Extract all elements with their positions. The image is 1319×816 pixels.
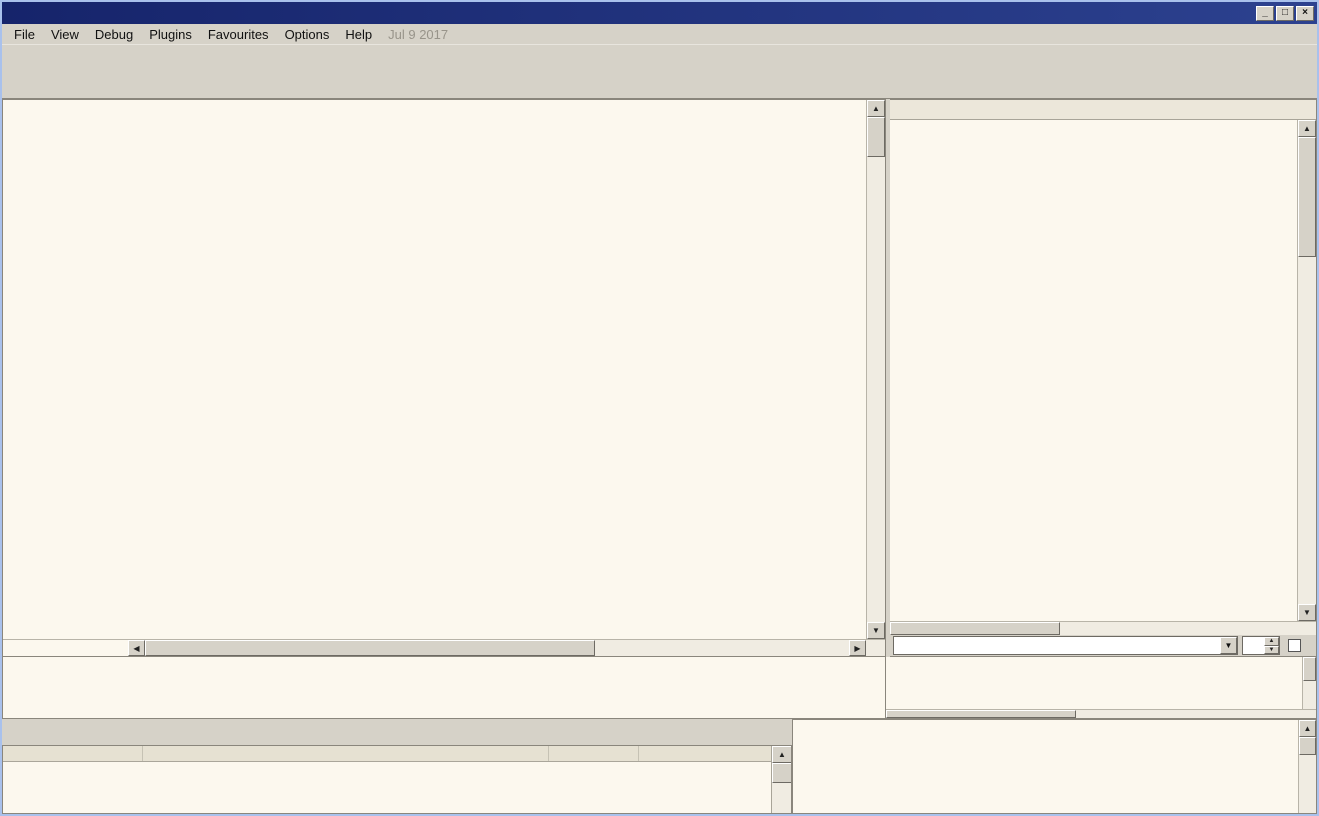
instruction-info-box: [2, 657, 886, 719]
menu-help[interactable]: Help: [337, 25, 380, 44]
arguments-horizontal-scrollbar[interactable]: [886, 709, 1316, 718]
scroll-up-button[interactable]: [867, 100, 885, 117]
argument-list[interactable]: [886, 657, 1302, 709]
scroll-down-button[interactable]: [1298, 604, 1316, 621]
toolbar: [2, 45, 1317, 71]
scroll-up-button[interactable]: [1298, 120, 1316, 137]
bottom-panels: [2, 719, 1317, 814]
dropdown-arrow-icon[interactable]: [1220, 637, 1237, 654]
dump-header-unicode: [549, 746, 639, 761]
register-list[interactable]: [890, 120, 1297, 621]
scroll-thumb[interactable]: [1303, 657, 1316, 681]
stack-pane: [792, 719, 1317, 814]
scroll-thumb[interactable]: [145, 640, 595, 656]
menu-options[interactable]: Options: [277, 25, 338, 44]
info-row: [2, 657, 1317, 719]
spinner-value: [1243, 637, 1264, 654]
disasm-vertical-scrollbar[interactable]: [866, 100, 885, 639]
dump-header: [3, 746, 771, 762]
view-tab-bar: [2, 71, 1317, 99]
dump-vertical-scrollbar[interactable]: [771, 746, 792, 813]
arguments-pane: [886, 657, 1317, 719]
scroll-thumb[interactable]: [1299, 737, 1316, 755]
unlocked-checkbox[interactable]: [1288, 639, 1301, 652]
scroll-thumb[interactable]: [886, 710, 1076, 718]
registers-horizontal-scrollbar[interactable]: [890, 621, 1316, 635]
x64dbg-window: _□× FileViewDebugPluginsFavouritesOption…: [0, 0, 1319, 816]
calling-convention-row: [890, 635, 1316, 656]
disassembly-rows[interactable]: [3, 100, 866, 639]
hide-fpu-button[interactable]: [890, 100, 1316, 120]
cpu-view: [2, 99, 1317, 657]
spinner-down-button[interactable]: [1264, 646, 1279, 655]
scroll-up-button[interactable]: [1299, 720, 1316, 737]
menu-debug[interactable]: Debug: [87, 25, 141, 44]
scroll-thumb[interactable]: [867, 117, 885, 157]
disassembly-pane: [2, 99, 886, 657]
registers-vertical-scrollbar[interactable]: [1297, 120, 1316, 621]
registers-pane: [890, 99, 1317, 657]
scroll-left-button[interactable]: [128, 640, 145, 656]
close-button[interactable]: ×: [1296, 6, 1314, 21]
menu-bar: FileViewDebugPluginsFavouritesOptionsHel…: [2, 24, 1317, 45]
dump-tab-bar: [2, 719, 792, 745]
scroll-track[interactable]: [595, 640, 849, 656]
stack-vertical-scrollbar[interactable]: [1298, 720, 1316, 813]
scroll-track[interactable]: [867, 157, 885, 622]
build-date: Jul 9 2017: [388, 27, 448, 42]
maximize-button[interactable]: □: [1276, 6, 1294, 21]
argument-count-spinner[interactable]: [1242, 636, 1280, 655]
minimize-button[interactable]: _: [1256, 6, 1274, 21]
menu-favourites[interactable]: Favourites: [200, 25, 277, 44]
scroll-up-button[interactable]: [772, 746, 792, 763]
arguments-vertical-scrollbar[interactable]: [1302, 657, 1316, 709]
calling-convention-select[interactable]: [893, 636, 1238, 655]
scroll-right-button[interactable]: [849, 640, 866, 656]
scroll-thumb[interactable]: [772, 763, 792, 783]
stack-rows[interactable]: [793, 720, 1298, 813]
dump-header-address: [3, 746, 143, 761]
scroll-track[interactable]: [1298, 257, 1316, 604]
dump-pane: [2, 745, 792, 814]
scroll-thumb[interactable]: [1298, 137, 1316, 257]
spinner-up-button[interactable]: [1264, 637, 1279, 646]
menu-plugins[interactable]: Plugins: [141, 25, 200, 44]
scroll-down-button[interactable]: [867, 622, 885, 639]
menu-view[interactable]: View: [43, 25, 87, 44]
menu-file[interactable]: File: [6, 25, 43, 44]
dump-header-hex: [143, 746, 549, 761]
scroll-thumb[interactable]: [890, 622, 1060, 635]
title-bar[interactable]: _□×: [2, 2, 1317, 24]
disasm-horizontal-scrollbar[interactable]: [3, 639, 885, 656]
